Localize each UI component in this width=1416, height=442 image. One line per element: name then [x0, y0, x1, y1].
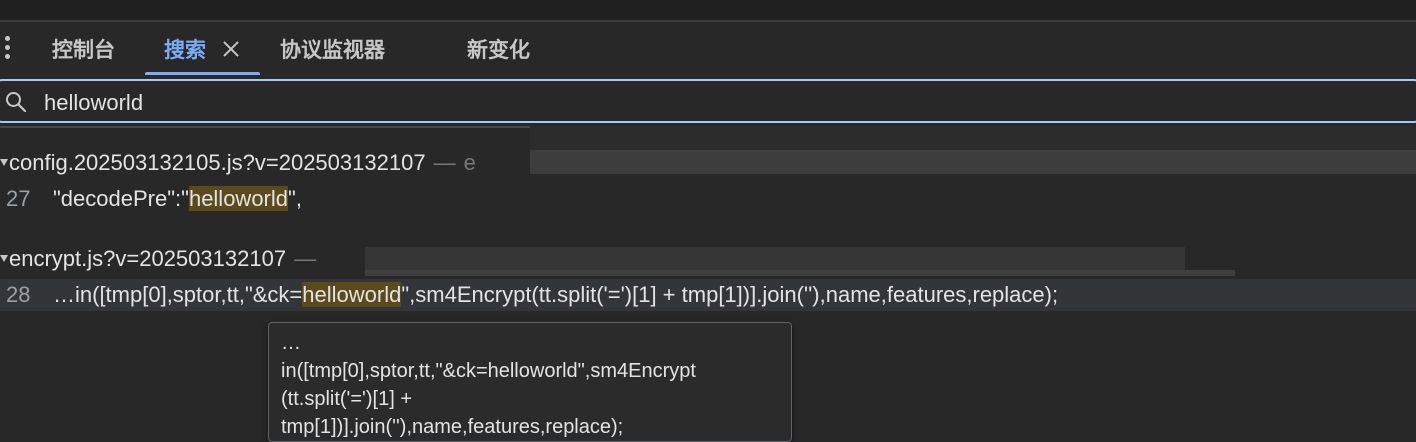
- tab-protocol-monitor[interactable]: 协议监视器: [280, 22, 385, 76]
- redacted-region: [365, 247, 1185, 271]
- match-highlight: helloworld: [302, 282, 402, 307]
- match-code: "decodePre":"helloworld",: [53, 186, 302, 211]
- redacted-region: [530, 126, 1416, 150]
- result-file-header[interactable]: config.202503132105.js?v=202503132107 — e: [0, 148, 476, 178]
- redacted-region: [365, 270, 1235, 276]
- result-file-name: encrypt.js?v=202503132107: [9, 246, 287, 271]
- match-tooltip: … in([tmp[0],sptor,tt,"&ck=helloworld",s…: [268, 322, 792, 442]
- chevron-down-icon: [0, 254, 8, 262]
- tooltip-line: …: [281, 332, 301, 354]
- match-highlight: helloworld: [188, 186, 289, 211]
- line-number: 27: [6, 186, 31, 211]
- result-file-path: e: [463, 150, 476, 175]
- result-file-header[interactable]: encrypt.js?v=202503132107 —: [0, 244, 316, 274]
- chevron-down-icon: [0, 158, 8, 166]
- tooltip-line: (tt.split('=')[1] +: [281, 388, 413, 410]
- search-input[interactable]: [44, 86, 1344, 120]
- result-file-separator: —: [294, 246, 317, 271]
- search-match-row[interactable]: 27 "decodePre":"helloworld",: [0, 183, 532, 215]
- line-number: 28: [6, 282, 31, 307]
- result-file-name: config.202503132105.js?v=202503132107: [9, 150, 426, 175]
- tooltip-line: in([tmp[0],sptor,tt,"&ck=helloworld",sm4…: [281, 360, 696, 382]
- result-file-separator: —: [433, 150, 456, 175]
- results-divider: [0, 126, 532, 128]
- redacted-region: [530, 150, 1416, 174]
- tab-whats-new[interactable]: 新变化: [467, 22, 530, 76]
- search-match-row[interactable]: 28 …in([tmp[0],sptor,tt,"&ck=helloworld"…: [0, 279, 1416, 311]
- more-options-icon[interactable]: [4, 36, 12, 62]
- search-icon: [6, 92, 27, 113]
- tab-search[interactable]: 搜索: [164, 22, 206, 76]
- drawer-tab-bar: 控制台 搜索 协议监视器 新变化: [0, 22, 1416, 76]
- tooltip-line: tmp[1])].join(''),name,features,replace)…: [281, 416, 624, 438]
- close-tab-icon[interactable]: [221, 39, 241, 59]
- match-code: …in([tmp[0],sptor,tt,"&ck=helloworld",sm…: [53, 282, 1059, 307]
- window-top-strip: [0, 0, 1416, 20]
- tab-console[interactable]: 控制台: [52, 22, 115, 76]
- active-tab-indicator: [145, 72, 260, 75]
